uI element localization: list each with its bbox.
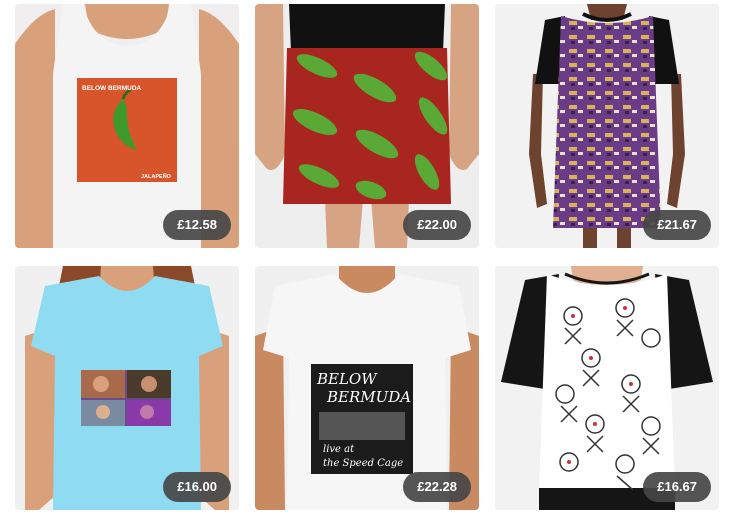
print-subtext: JALAPEÑO [141, 173, 172, 180]
price-badge: £21.67 [643, 210, 711, 240]
price-badge: £22.00 [403, 210, 471, 240]
price-badge: £16.67 [643, 472, 711, 502]
photo-collage-print [81, 370, 171, 426]
product-grid: BELOW BERMUDA JALAPEÑO £12.58 £22.00 £21… [0, 0, 746, 519]
print-text-line1: BELOW [316, 370, 378, 388]
print-text: BELOW BERMUDA [82, 85, 142, 92]
product-card-premium-t-shirt[interactable]: BELOW BERMUDA live at the Speed Cage £22… [255, 266, 479, 510]
price-badge: £22.28 [403, 472, 471, 502]
dress-fabric [553, 16, 661, 228]
top-fabric [539, 274, 675, 490]
print-subtext-line2: the Speed Cage [323, 458, 403, 469]
product-card-graphic-dress[interactable]: £21.67 [495, 4, 719, 248]
price-badge: £12.58 [163, 210, 231, 240]
product-card-chiffon-top[interactable]: £16.67 [495, 266, 719, 510]
product-card-tank-top[interactable]: BELOW BERMUDA JALAPEÑO £12.58 [15, 4, 239, 248]
product-card-mini-skirt[interactable]: £22.00 [255, 4, 479, 248]
product-card-fitted-t-shirt[interactable]: £16.00 [15, 266, 239, 510]
print-subtext-line1: live at [323, 444, 355, 455]
price-badge: £16.00 [163, 472, 231, 502]
print-text-line2: BERMUDA [326, 388, 411, 406]
